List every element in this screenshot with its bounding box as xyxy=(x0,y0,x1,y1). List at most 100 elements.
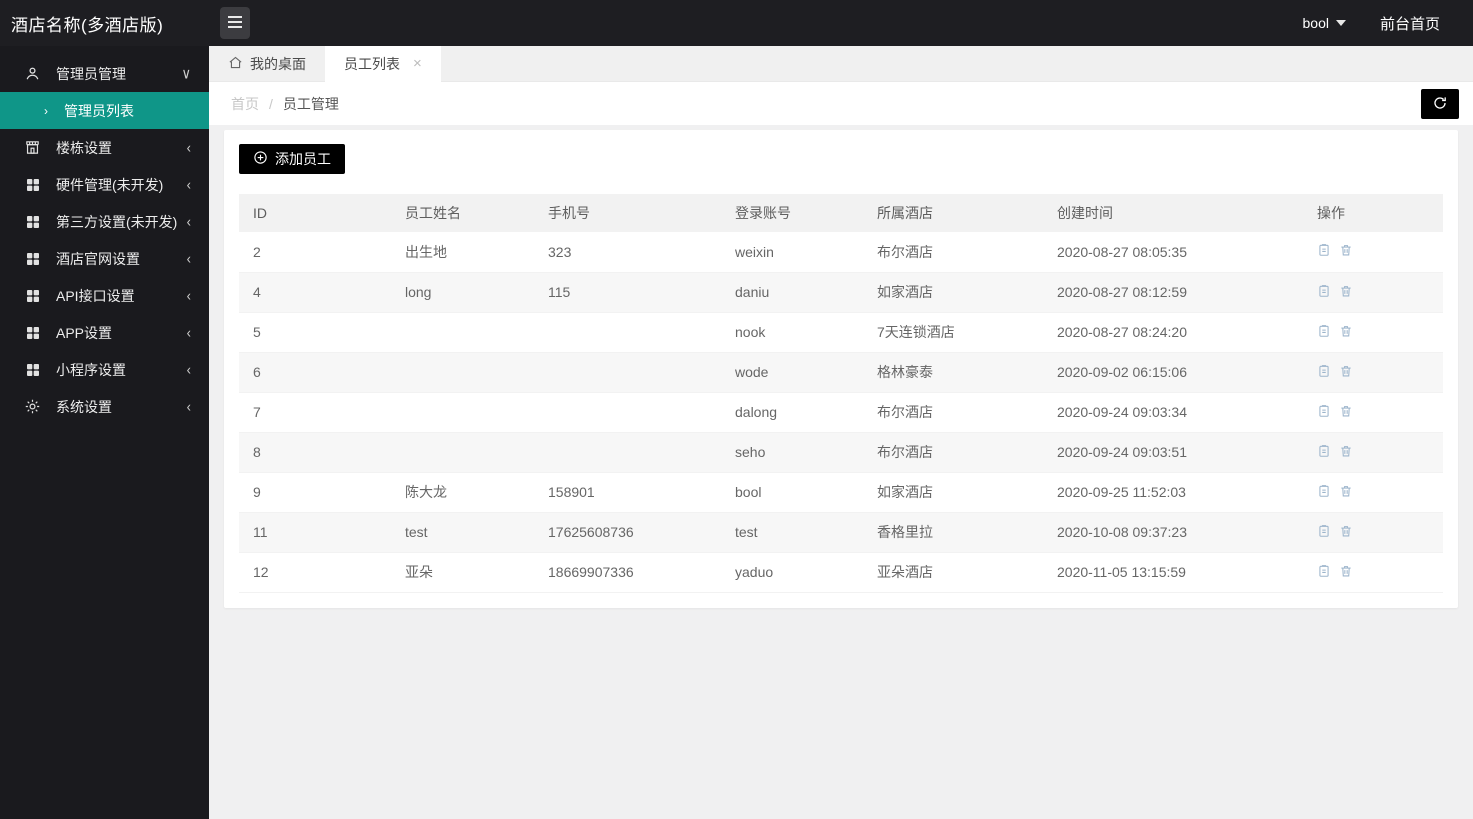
column-header-actions: 操作 xyxy=(1303,194,1443,232)
edit-document-icon xyxy=(1317,284,1331,301)
sidebar-subitem-label: 管理员列表 xyxy=(64,102,134,119)
delete-button[interactable] xyxy=(1339,404,1353,421)
cell-actions xyxy=(1303,472,1443,513)
cell-phone xyxy=(534,312,721,353)
table-row: 7 dalong 布尔酒店 2020-09-24 09:03:34 xyxy=(239,392,1443,433)
edit-button[interactable] xyxy=(1317,444,1331,461)
chevron-left-icon: ‹ xyxy=(186,138,191,157)
sidebar-item-admin-list[interactable]: › 管理员列表 xyxy=(0,92,209,129)
cell-id: 4 xyxy=(239,272,391,313)
cell-account: dalong xyxy=(721,392,863,433)
cell-phone xyxy=(534,432,721,473)
close-icon[interactable]: × xyxy=(413,55,422,72)
breadcrumb-separator: / xyxy=(269,95,273,112)
cell-name: 出生地 xyxy=(391,232,534,273)
employee-table: ID 员工姓名 手机号 登录账号 所属酒店 创建时间 操作 2 出生地 323 … xyxy=(239,194,1443,593)
cell-id: 7 xyxy=(239,392,391,433)
edit-button[interactable] xyxy=(1317,484,1331,501)
breadcrumb-home[interactable]: 首页 xyxy=(231,94,259,114)
delete-button[interactable] xyxy=(1339,364,1353,381)
sidebar-item-building-settings[interactable]: 楼栋设置 ‹ xyxy=(0,129,209,166)
cell-name: test xyxy=(391,512,534,553)
edit-document-icon xyxy=(1317,484,1331,501)
cell-phone: 17625608736 xyxy=(534,512,721,553)
cell-created: 2020-09-24 09:03:34 xyxy=(1043,392,1303,433)
sidebar-item-thirdparty-settings[interactable]: 第三方设置(未开发) ‹ xyxy=(0,203,209,240)
chevron-left-icon: ‹ xyxy=(186,397,191,416)
edit-button[interactable] xyxy=(1317,284,1331,301)
edit-button[interactable] xyxy=(1317,243,1331,260)
cell-hotel: 布尔酒店 xyxy=(863,232,1043,273)
trash-icon xyxy=(1339,284,1353,301)
edit-document-icon xyxy=(1317,324,1331,341)
tab-label: 我的桌面 xyxy=(250,55,306,72)
cell-account: test xyxy=(721,512,863,553)
cell-created: 2020-08-27 08:24:20 xyxy=(1043,312,1303,353)
column-header-created: 创建时间 xyxy=(1043,194,1303,232)
delete-button[interactable] xyxy=(1339,524,1353,541)
edit-button[interactable] xyxy=(1317,324,1331,341)
cell-actions xyxy=(1303,552,1443,593)
app-title: 酒店名称(多酒店版) xyxy=(11,15,164,35)
user-dropdown[interactable]: bool xyxy=(1303,15,1346,31)
refresh-button[interactable] xyxy=(1421,89,1459,119)
sidebar-item-label: 管理员管理 xyxy=(56,65,126,82)
edit-button[interactable] xyxy=(1317,524,1331,541)
column-header-id: ID xyxy=(239,194,391,232)
sidebar-item-api-settings[interactable]: API接口设置 ‹ xyxy=(0,277,209,314)
chevron-left-icon: ‹ xyxy=(186,286,191,305)
delete-button[interactable] xyxy=(1339,444,1353,461)
hamburger-icon xyxy=(227,15,243,32)
sidebar-item-label: 系统设置 xyxy=(56,398,112,415)
sidebar-item-hardware-management[interactable]: 硬件管理(未开发) ‹ xyxy=(0,166,209,203)
cell-actions xyxy=(1303,432,1443,473)
sidebar-item-label: API接口设置 xyxy=(56,287,135,304)
edit-button[interactable] xyxy=(1317,564,1331,581)
cell-phone: 18669907336 xyxy=(534,552,721,593)
sidebar-item-website-settings[interactable]: 酒店官网设置 ‹ xyxy=(0,240,209,277)
sidebar-toggle-button[interactable] xyxy=(220,7,250,39)
cell-phone xyxy=(534,392,721,433)
tab-employee-list[interactable]: 员工列表 × xyxy=(325,46,441,82)
add-employee-button[interactable]: 添加员工 xyxy=(239,144,345,174)
cell-id: 8 xyxy=(239,432,391,473)
delete-button[interactable] xyxy=(1339,324,1353,341)
table-row: 2 出生地 323 weixin 布尔酒店 2020-08-27 08:05:3… xyxy=(239,232,1443,273)
table-row: 8 seho 布尔酒店 2020-09-24 09:03:51 xyxy=(239,432,1443,473)
employee-table-body: 2 出生地 323 weixin 布尔酒店 2020-08-27 08:05:3… xyxy=(239,232,1443,593)
cell-hotel: 香格里拉 xyxy=(863,512,1043,553)
sidebar-item-miniprogram-settings[interactable]: 小程序设置 ‹ xyxy=(0,351,209,388)
edit-button[interactable] xyxy=(1317,364,1331,381)
delete-button[interactable] xyxy=(1339,284,1353,301)
grid-icon xyxy=(24,324,41,341)
chevron-left-icon: ‹ xyxy=(186,212,191,231)
cell-created: 2020-10-08 09:37:23 xyxy=(1043,512,1303,553)
table-row: 11 test 17625608736 test 香格里拉 2020-10-08… xyxy=(239,512,1443,553)
column-header-hotel: 所属酒店 xyxy=(863,194,1043,232)
delete-button[interactable] xyxy=(1339,564,1353,581)
caret-down-icon xyxy=(1335,20,1346,26)
table-row: 9 陈大龙 158901 bool 如家酒店 2020-09-25 11:52:… xyxy=(239,472,1443,513)
delete-button[interactable] xyxy=(1339,243,1353,260)
sidebar-item-label: 酒店官网设置 xyxy=(56,250,140,267)
arrow-right-icon: › xyxy=(44,103,48,118)
cell-actions xyxy=(1303,512,1443,553)
sidebar-item-system-settings[interactable]: 系统设置 ‹ xyxy=(0,388,209,425)
chevron-left-icon: ‹ xyxy=(186,175,191,194)
cell-phone: 115 xyxy=(534,272,721,313)
delete-button[interactable] xyxy=(1339,484,1353,501)
add-employee-label: 添加员工 xyxy=(275,151,331,167)
tab-my-desktop[interactable]: 我的桌面 xyxy=(209,46,325,81)
cell-hotel: 格林豪泰 xyxy=(863,352,1043,393)
trash-icon xyxy=(1339,444,1353,461)
chevron-left-icon: ‹ xyxy=(186,360,191,379)
content-area: 添加员工 ID 员工姓名 手机号 登录账号 所属酒店 创建时间 操作 2 出生地… xyxy=(209,125,1473,819)
sidebar-item-app-settings[interactable]: APP设置 ‹ xyxy=(0,314,209,351)
edit-button[interactable] xyxy=(1317,404,1331,421)
cell-name xyxy=(391,392,534,433)
grid-icon xyxy=(24,287,41,304)
sidebar-item-admin-management[interactable]: 管理员管理 ∨ xyxy=(0,55,209,92)
column-header-phone: 手机号 xyxy=(534,194,721,232)
front-home-link[interactable]: 前台首页 xyxy=(1380,13,1440,34)
topbar: 酒店名称(多酒店版) bool 前台首页 xyxy=(0,0,1473,46)
